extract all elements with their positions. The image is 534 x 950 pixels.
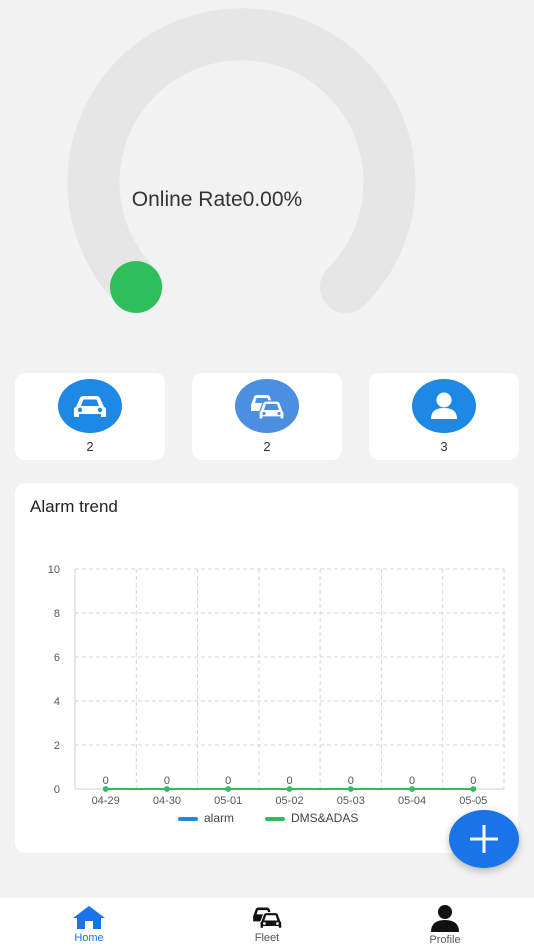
y-tick-label: 4 <box>54 696 60 708</box>
legend-label: DMS&ADAS <box>291 811 358 825</box>
legend-swatch <box>265 817 285 821</box>
alarm-trend-chart: 0 2 4 6 8 10 04-29 04-30 05-01 05-02 05-03 05-04 05-… <box>48 564 505 825</box>
x-tick-label: 04-29 <box>92 795 120 807</box>
online-rate-value: 0.00% <box>242 188 303 211</box>
fleets-count: 2 <box>263 439 271 454</box>
x-tick-label: 05-02 <box>275 795 303 807</box>
data-label: 0 <box>286 775 292 787</box>
plus-icon <box>470 825 498 853</box>
add-button[interactable] <box>449 810 519 868</box>
data-point <box>102 786 109 792</box>
data-point <box>409 786 415 792</box>
x-tick-label: 05-03 <box>337 795 365 807</box>
y-tick-label: 10 <box>48 564 60 576</box>
x-tick-label: 05-01 <box>214 795 242 807</box>
data-label: 0 <box>409 775 415 787</box>
users-card[interactable]: 3 <box>369 373 519 460</box>
person-icon <box>431 905 459 932</box>
person-icon <box>412 379 476 433</box>
x-tick-label: 05-04 <box>398 795 426 807</box>
data-point <box>164 786 170 792</box>
y-tick-label: 8 <box>54 608 60 620</box>
fleets-card[interactable]: 2 <box>192 373 342 460</box>
online-rate-gauge: Online Rate0.00% <box>0 0 534 360</box>
data-point <box>225 786 232 792</box>
data-point <box>347 786 354 792</box>
data-label: 0 <box>470 775 476 787</box>
tab-home[interactable]: Home <box>29 898 149 950</box>
car-icon <box>58 379 122 433</box>
home-icon <box>73 906 105 929</box>
fleet-icon <box>253 907 283 929</box>
bottom-tab-bar: Home Fleet Profile <box>0 898 534 950</box>
vehicles-count: 2 <box>86 439 94 454</box>
data-label: 0 <box>225 775 231 787</box>
data-label: 0 <box>164 775 170 787</box>
alarm-trend-card: Alarm trend 0 2 4 6 8 10 04-29 04-30 05-01 05-02 0… <box>15 483 518 853</box>
y-tick-label: 6 <box>54 652 60 664</box>
data-label: 0 <box>103 775 109 787</box>
tab-profile[interactable]: Profile <box>385 898 505 950</box>
tab-fleet-label: Fleet <box>254 932 280 944</box>
gauge-svg <box>67 8 416 313</box>
y-tick-label: 0 <box>54 784 60 796</box>
online-rate-label: Online Rate <box>131 188 243 211</box>
data-label: 0 <box>348 775 354 787</box>
data-point <box>286 786 293 792</box>
legend-label: alarm <box>204 811 234 825</box>
fleet-icon <box>235 379 299 433</box>
tab-profile-label: Profile <box>429 934 461 946</box>
y-tick-label: 2 <box>54 740 60 752</box>
x-tick-label: 04-30 <box>153 795 181 807</box>
data-point <box>470 786 477 792</box>
tab-fleet[interactable]: Fleet <box>207 898 327 950</box>
legend-swatch <box>178 817 198 821</box>
x-tick-label: 05-05 <box>459 795 487 807</box>
gauge-indicator <box>110 261 162 313</box>
users-count: 3 <box>440 439 448 454</box>
tab-home-label: Home <box>74 932 104 944</box>
online-rate-text: Online Rate0.00% <box>0 188 434 212</box>
vehicles-card[interactable]: 2 <box>15 373 165 460</box>
gauge-track <box>67 8 416 313</box>
